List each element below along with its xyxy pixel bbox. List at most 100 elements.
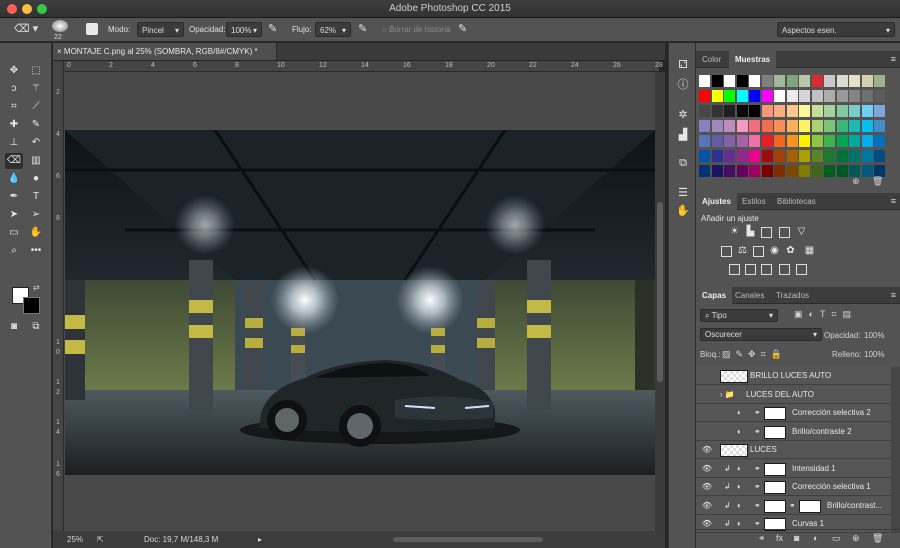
color-swatch[interactable] xyxy=(824,105,835,117)
color-swatch[interactable] xyxy=(849,90,860,102)
color-swatch[interactable] xyxy=(724,150,735,162)
layer-visibility-eye-icon[interactable]: 👁 xyxy=(700,460,714,478)
color-swatch[interactable] xyxy=(749,90,760,102)
eyedropper-icon[interactable]: ⟋ xyxy=(27,99,45,115)
mask-link-icon[interactable]: ⚭ xyxy=(754,497,761,515)
airbrush-icon[interactable]: ✎ xyxy=(358,22,367,37)
brush-panel-icon[interactable] xyxy=(86,23,98,35)
color-swatch[interactable] xyxy=(874,150,885,162)
history-checkbox[interactable]: ○ Borrar de historia xyxy=(382,22,450,37)
color-swatch[interactable] xyxy=(736,150,748,162)
gradient-tool-icon[interactable]: ▥ xyxy=(27,153,45,169)
layer-filter-select[interactable]: ⌕ Tipo ▾ xyxy=(700,309,778,322)
color-swatch[interactable] xyxy=(761,75,773,87)
layer-row[interactable]: 👁 ↲ ◐ ⚭ Intensidad 1 xyxy=(696,459,891,478)
layer-visibility-eye-icon[interactable]: 👁 xyxy=(700,478,714,496)
color-swatch[interactable] xyxy=(836,150,848,162)
layer-mask-thumbnail[interactable] xyxy=(764,481,786,494)
zoom-tool-icon[interactable]: ⌕ xyxy=(5,243,23,259)
tab-layers[interactable]: Capas xyxy=(696,287,733,304)
color-swatch[interactable] xyxy=(786,105,798,117)
layer-name[interactable]: BRILLO LUCES AUTO xyxy=(750,367,831,385)
layer-name[interactable]: Corrección selectiva 1 xyxy=(792,478,871,496)
layer-row[interactable]: BRILLO LUCES AUTO xyxy=(696,367,891,385)
color-swatch[interactable] xyxy=(799,105,810,117)
fill-value[interactable]: 100% xyxy=(864,350,884,359)
color-swatch[interactable] xyxy=(736,135,748,147)
mask-link-icon[interactable]: ⚭ xyxy=(754,404,761,422)
new-adjustment-icon[interactable]: ◐ xyxy=(813,533,818,543)
color-swatch[interactable] xyxy=(749,165,760,177)
color-swatch[interactable] xyxy=(811,120,823,132)
delete-swatch-icon[interactable]: 🗑 xyxy=(872,176,883,187)
color-swatch[interactable] xyxy=(874,135,885,147)
color-swatch[interactable] xyxy=(774,165,785,177)
color-swatch[interactable] xyxy=(824,90,835,102)
color-swatch[interactable] xyxy=(724,165,735,177)
color-swatch[interactable] xyxy=(811,90,823,102)
color-swatch[interactable] xyxy=(711,165,723,177)
layer-style-icon[interactable]: fx xyxy=(776,533,783,543)
properties-panel-icon[interactable]: ☰ xyxy=(675,185,691,201)
posterize-icon[interactable] xyxy=(745,264,756,275)
vibrance-adjust-icon[interactable]: ▽ xyxy=(796,227,807,238)
rectangle-tool-icon[interactable]: ▭ xyxy=(5,225,23,241)
status-menu-icon[interactable]: ▸ xyxy=(258,531,262,548)
link-layers-icon[interactable]: ⚭ xyxy=(758,533,766,544)
layer-row[interactable]: 👁 LUCES xyxy=(696,441,891,459)
color-swatch[interactable] xyxy=(811,150,823,162)
color-swatch[interactable] xyxy=(786,165,798,177)
document-image[interactable] xyxy=(65,130,655,475)
layer-name[interactable]: Brillo/contraste 2 xyxy=(792,423,852,441)
blur-tool-icon[interactable]: 💧 xyxy=(5,171,23,187)
color-swatch[interactable] xyxy=(861,135,873,147)
color-swatch[interactable] xyxy=(699,120,710,132)
new-group-icon[interactable]: ▭ xyxy=(832,533,841,544)
eraser-tool-icon[interactable]: ⌫ ▾ xyxy=(14,22,38,37)
mode-select[interactable]: Pincel ▾ xyxy=(137,22,184,37)
tab-libraries[interactable]: Bibliotecas xyxy=(771,193,822,210)
navigator-panel-icon[interactable]: ✲ xyxy=(675,107,691,123)
color-swatch[interactable] xyxy=(836,135,848,147)
mask-link-icon[interactable]: ⚭ xyxy=(754,478,761,496)
color-swatch[interactable] xyxy=(786,90,798,102)
delete-layer-icon[interactable]: 🗑 xyxy=(872,533,883,544)
color-swatch[interactable] xyxy=(811,135,823,147)
layer-visibility-eye-icon[interactable]: 👁 xyxy=(700,497,714,515)
color-swatch[interactable] xyxy=(724,135,735,147)
layer-name[interactable]: Brillo/contrast... xyxy=(827,497,882,515)
color-swatch[interactable] xyxy=(774,90,785,102)
tab-color[interactable]: Color xyxy=(696,51,727,68)
color-swatch[interactable] xyxy=(761,165,773,177)
color-lookup-icon[interactable]: ▦ xyxy=(804,246,815,257)
background-color-swatch[interactable] xyxy=(23,297,40,314)
lock-icons[interactable]: ▨✎✥⌗🔒 xyxy=(722,349,787,360)
color-swatch[interactable] xyxy=(786,135,798,147)
color-swatch[interactable] xyxy=(799,150,810,162)
invert-icon[interactable] xyxy=(729,264,740,275)
layer-row[interactable]: › 📁 LUCES DEL AUTO xyxy=(696,385,891,404)
layer-mask-thumbnail[interactable] xyxy=(764,462,786,476)
color-swatch[interactable] xyxy=(724,120,735,132)
color-swatch[interactable] xyxy=(724,90,735,102)
layer-name[interactable]: Corrección selectiva 2 xyxy=(792,404,871,422)
horizontal-scrollbar[interactable] xyxy=(393,537,543,542)
tab-swatches[interactable]: Muestras xyxy=(729,51,777,68)
color-swatch[interactable] xyxy=(874,90,885,102)
layer-mask-thumbnail[interactable] xyxy=(764,407,786,420)
color-swatch[interactable] xyxy=(861,105,873,117)
document-tab[interactable]: × MONTAJE C.png al 25% (SOMBRA, RGB/8#/C… xyxy=(53,43,277,60)
layer-name[interactable]: LUCES xyxy=(750,441,777,459)
color-swatch[interactable] xyxy=(774,150,785,162)
blend-mode-select[interactable]: Oscurecer ▾ xyxy=(700,328,822,341)
layer-name[interactable]: LUCES DEL AUTO xyxy=(746,386,814,404)
color-swatch[interactable] xyxy=(749,135,760,147)
layer-visibility-eye-icon[interactable]: 👁 xyxy=(700,441,714,459)
color-swatch[interactable] xyxy=(774,75,785,87)
brush-tool-icon[interactable]: ✎ xyxy=(27,117,45,133)
color-swatch[interactable] xyxy=(799,75,810,87)
color-swatch[interactable] xyxy=(799,120,810,132)
mask-link-icon[interactable]: ⚭ xyxy=(789,497,796,515)
new-swatch-icon[interactable]: ⊕ xyxy=(852,176,860,187)
selective-color-icon[interactable] xyxy=(796,264,807,275)
